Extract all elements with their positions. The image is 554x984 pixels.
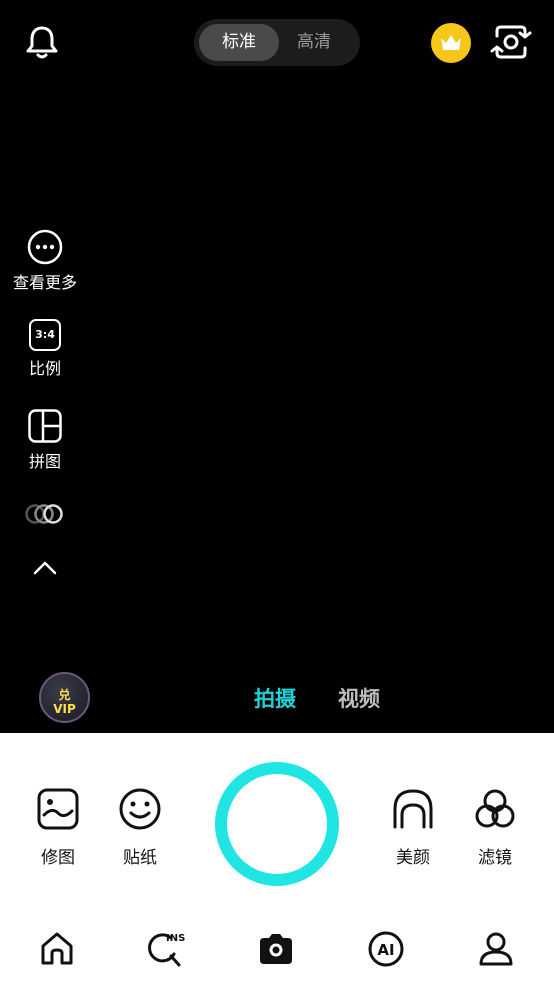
notification-bell-icon[interactable]: [24, 24, 60, 60]
vip-redeem-badge[interactable]: 兑 VIP: [39, 672, 90, 723]
vip-badge-char: 兑: [58, 688, 71, 702]
filter-circles-icon: [475, 789, 515, 828]
flip-camera-icon: [490, 25, 532, 59]
profile-icon: [479, 932, 513, 966]
filter-button[interactable]: 滤镜: [465, 787, 525, 868]
quality-toggle[interactable]: 标准 高清: [194, 19, 360, 66]
edit-photo-label: 修图: [41, 848, 75, 868]
nav-home[interactable]: [37, 929, 77, 969]
filter-rings-button[interactable]: [0, 502, 90, 526]
camera-icon: [260, 934, 292, 964]
more-tools-button[interactable]: 查看更多: [0, 229, 90, 293]
ai-icon: AI: [368, 931, 404, 967]
ins-text: INS: [166, 933, 185, 944]
vip-crown-button[interactable]: [431, 23, 471, 63]
quality-option-hd[interactable]: 高清: [274, 24, 354, 61]
nav-ins-search[interactable]: INS: [147, 929, 187, 969]
aspect-ratio-button[interactable]: 3:4 比例: [0, 319, 90, 379]
aspect-ratio-icon: 3:4: [29, 319, 61, 351]
rings-icon: [25, 504, 63, 524]
edit-photo-button[interactable]: 修图: [28, 787, 88, 868]
mode-video-tab[interactable]: 视频: [338, 683, 380, 713]
flip-camera-button[interactable]: [489, 22, 533, 62]
more-tools-label: 查看更多: [12, 273, 77, 292]
shutter-button[interactable]: [215, 762, 339, 886]
nav-ai[interactable]: AI: [366, 929, 406, 969]
quality-option-standard[interactable]: 标准: [199, 24, 279, 61]
chevron-up-icon: [33, 561, 57, 575]
vip-badge-label: VIP: [53, 702, 76, 716]
face-beauty-icon: [393, 789, 433, 829]
beauty-button[interactable]: 美颜: [383, 787, 443, 868]
image-edit-icon: [37, 788, 79, 830]
mode-photo-tab[interactable]: 拍摄: [254, 683, 296, 713]
crown-icon: [441, 35, 461, 50]
filter-label: 滤镜: [478, 848, 512, 868]
nav-profile[interactable]: [476, 929, 516, 969]
collapse-button[interactable]: [0, 558, 90, 578]
more-icon: [27, 229, 63, 265]
aspect-ratio-label: 比例: [28, 359, 61, 378]
ai-text: AI: [377, 941, 394, 959]
nav-camera[interactable]: [256, 929, 296, 969]
ins-search-icon: INS: [148, 933, 185, 967]
smiley-icon: [119, 788, 161, 830]
beauty-label: 美颜: [396, 848, 430, 868]
sticker-button[interactable]: 贴纸: [110, 787, 170, 868]
home-icon: [41, 932, 73, 965]
sticker-label: 贴纸: [123, 848, 157, 868]
collage-label: 拼图: [28, 452, 61, 471]
collage-icon: [28, 409, 62, 443]
collage-button[interactable]: 拼图: [0, 408, 90, 472]
bottom-panel: 修图 贴纸 美颜 滤镜 INS AI: [0, 733, 554, 984]
